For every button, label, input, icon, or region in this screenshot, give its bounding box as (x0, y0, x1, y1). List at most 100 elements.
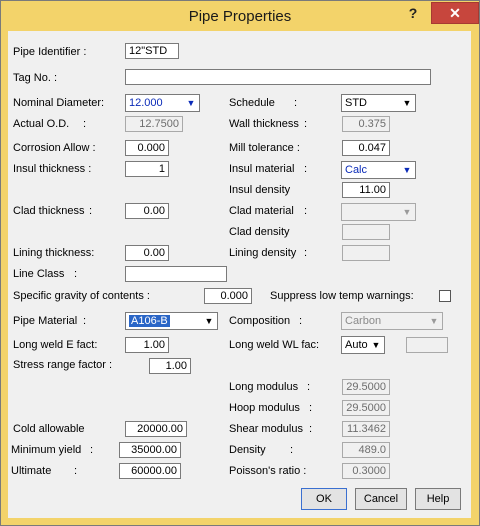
lining-density-colon: : (304, 247, 308, 259)
ultimate-colon: : (74, 465, 78, 477)
insul-material-select[interactable]: Calc ▼ (341, 161, 416, 179)
chevron-down-icon[interactable]: ▼ (400, 96, 414, 110)
clad-material-label: Clad material (229, 205, 294, 217)
tag-no-field[interactable] (125, 69, 431, 85)
clad-thickness-field[interactable]: 0.00 (125, 203, 169, 219)
chevron-down-icon[interactable]: ▼ (202, 314, 216, 328)
schedule-value: STD (345, 97, 367, 109)
dialog-body: Pipe Identifier : 12"STD Tag No. : Nomin… (8, 31, 471, 518)
hoop-modulus-field: 29.5000 (342, 400, 390, 416)
density-field: 489.0 (342, 442, 390, 458)
density-label: Density (229, 444, 266, 456)
density-colon: : (290, 444, 294, 456)
hoop-modulus-colon: : (309, 402, 313, 414)
specific-gravity-label: Specific gravity of contents : (13, 290, 150, 302)
pipe-material-value: A106-B (129, 315, 170, 327)
pipe-material-label: Pipe Material (13, 315, 78, 327)
ok-button[interactable]: OK (301, 488, 347, 510)
suppress-low-temp-checkbox[interactable] (439, 290, 451, 302)
hoop-modulus-label: Hoop modulus (229, 402, 300, 414)
actual-od-label: Actual O.D. (13, 118, 70, 130)
insul-density-field[interactable]: 11.00 (342, 182, 390, 198)
insul-density-label: Insul density (229, 184, 291, 196)
long-weld-wl-fac-label: Long weld WL fac: (229, 339, 320, 351)
composition-colon: : (299, 315, 303, 327)
long-modulus-colon: : (307, 381, 311, 393)
long-weld-wl-fac-select[interactable]: Auto ▼ (341, 336, 385, 354)
pipe-identifier-field[interactable]: 12"STD (125, 43, 179, 59)
insul-material-label: Insul material (229, 163, 295, 175)
nominal-diameter-value: 12.000 (129, 97, 163, 109)
lining-thickness-label: Lining thickness: (13, 247, 95, 259)
pipe-material-select[interactable]: A106-B ▼ (125, 312, 218, 330)
shear-modulus-field: 11.3462 (342, 421, 390, 437)
insul-thickness-field[interactable]: 1 (125, 161, 169, 177)
lining-thickness-field[interactable]: 0.00 (125, 245, 169, 261)
composition-select: Carbon ▼ (341, 312, 443, 330)
ultimate-label: Ultimate (11, 465, 52, 477)
chevron-down-icon[interactable]: ▼ (184, 96, 198, 110)
long-modulus-field: 29.5000 (342, 379, 390, 395)
long-weld-e-fact-label: Long weld E fact: (13, 339, 98, 351)
clad-thickness-colon: : (89, 205, 93, 217)
nominal-diameter-select[interactable]: 12.000 ▼ (125, 94, 200, 112)
clad-thickness-label: Clad thickness (13, 205, 85, 217)
line-class-field[interactable] (125, 266, 227, 282)
poissons-ratio-label: Poisson's ratio : (229, 465, 307, 477)
schedule-colon: : (294, 97, 298, 109)
help-button[interactable]: Help (415, 488, 461, 510)
mill-tolerance-label: Mill tolerance : (229, 142, 300, 154)
minimum-yield-label: Minimum yield (11, 444, 82, 456)
corrosion-allow-field[interactable]: 0.000 (125, 140, 169, 156)
help-icon[interactable]: ? (401, 5, 425, 25)
chevron-down-icon: ▼ (427, 314, 441, 328)
cancel-button[interactable]: Cancel (355, 488, 407, 510)
long-modulus-label: Long modulus (229, 381, 299, 393)
nominal-diameter-label: Nominal Diameter: (13, 97, 105, 109)
mill-tolerance-field[interactable]: 0.047 (342, 140, 390, 156)
shear-modulus-label: Shear modulus (229, 423, 303, 435)
line-class-label: Line Class (13, 268, 65, 280)
title-bar[interactable]: Pipe Properties ? ✕ (1, 1, 479, 31)
insul-material-value: Calc (345, 164, 368, 176)
poissons-ratio-field: 0.3000 (342, 463, 390, 479)
close-button[interactable]: ✕ (431, 2, 479, 24)
cold-allowable-field[interactable]: 20000.00 (125, 421, 187, 437)
dialog-window: Pipe Properties ? ✕ Pipe Identifier : 12… (0, 0, 480, 526)
pipe-material-colon: : (83, 315, 87, 327)
insul-thickness-label: Insul thickness : (13, 163, 92, 175)
line-class-colon: : (74, 268, 78, 280)
wall-thickness-field: 0.375 (342, 116, 390, 132)
chevron-down-icon[interactable]: ▼ (369, 338, 383, 352)
long-weld-e-fact-field[interactable]: 1.00 (125, 337, 169, 353)
shear-modulus-colon: : (309, 423, 313, 435)
chevron-down-icon: ▼ (400, 205, 414, 219)
schedule-label: Schedule (229, 97, 275, 109)
pipe-identifier-label: Pipe Identifier : (13, 46, 87, 58)
actual-od-colon: : (83, 118, 87, 130)
minimum-yield-field[interactable]: 35000.00 (119, 442, 181, 458)
stress-range-factor-field[interactable]: 1.00 (149, 358, 191, 374)
schedule-select[interactable]: STD ▼ (341, 94, 416, 112)
tag-no-label: Tag No. : (13, 72, 58, 84)
wall-thickness-label: Wall thickness (229, 118, 299, 130)
long-weld-wl-value-field (406, 337, 448, 353)
wall-thickness-colon: : (304, 118, 308, 130)
corrosion-allow-label: Corrosion Allow : (13, 142, 96, 154)
clad-density-field (342, 224, 390, 240)
actual-od-field: 12.7500 (125, 116, 183, 132)
suppress-low-temp-label: Suppress low temp warnings: (270, 290, 414, 302)
clad-density-label: Clad density (229, 226, 290, 238)
lining-density-field (342, 245, 390, 261)
clad-material-select: ▼ (341, 203, 416, 221)
minimum-yield-colon: : (90, 444, 94, 456)
ultimate-field[interactable]: 60000.00 (119, 463, 181, 479)
stress-range-factor-label: Stress range factor : (13, 359, 113, 371)
insul-material-colon: : (304, 163, 308, 175)
clad-material-colon: : (304, 205, 308, 217)
cold-allowable-label: Cold allowable (13, 423, 85, 435)
chevron-down-icon[interactable]: ▼ (400, 163, 414, 177)
composition-value: Carbon (345, 315, 382, 327)
long-weld-wl-fac-value: Auto (345, 339, 368, 351)
specific-gravity-field[interactable]: 0.000 (204, 288, 252, 304)
